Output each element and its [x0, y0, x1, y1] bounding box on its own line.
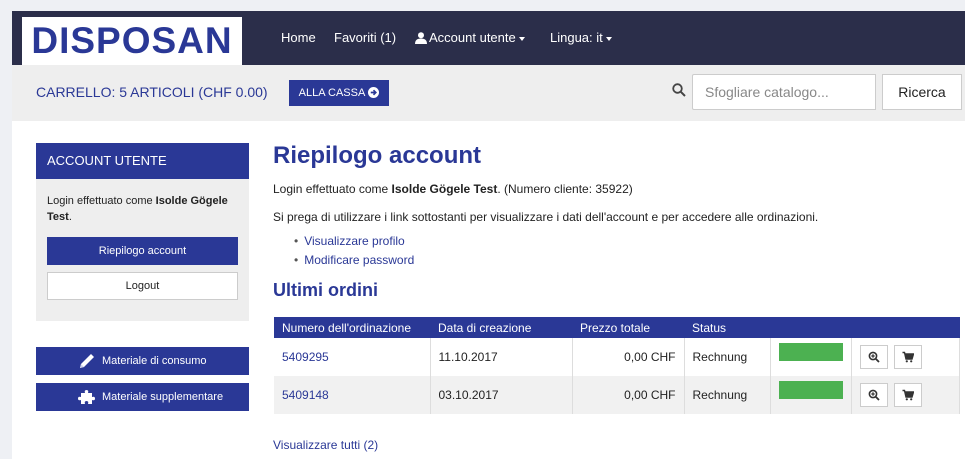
zoom-in-icon: [868, 389, 880, 401]
account-panel: ACCOUNT UTENTE Login effettuato come Iso…: [36, 143, 249, 321]
status-progress-bar: [778, 380, 843, 399]
login-prefix: Login effettuato come: [273, 182, 392, 196]
logout-button[interactable]: Logout: [47, 272, 238, 300]
bullet-icon: •: [294, 253, 299, 267]
category-supplementary-button[interactable]: Materiale supplementare: [36, 383, 249, 411]
recent-orders-title: Ultimi ordini: [273, 280, 378, 300]
nav-account-label: Account utente: [429, 30, 516, 45]
view-all-orders-link[interactable]: Visualizzare tutti (2): [273, 438, 378, 452]
cart-icon: [902, 389, 914, 401]
nav-language-label: Lingua: it: [550, 30, 603, 45]
change-password-link[interactable]: Modificare password: [304, 253, 414, 267]
category-consumables-button[interactable]: Materiale di consumo: [36, 347, 249, 375]
order-status: Rechnung: [684, 338, 771, 376]
reorder-cart-button[interactable]: [893, 383, 922, 407]
column-header: [770, 317, 851, 338]
checkout-label: ALLA CASSA: [298, 87, 366, 99]
bullet-icon: •: [294, 234, 299, 248]
table-row: 5409295 11.10.2017 0,00 CHF Rechnung: [274, 338, 960, 376]
login-info: Login effettuato come Isolde Gögele Test…: [273, 182, 633, 196]
order-date: 11.10.2017: [430, 338, 573, 376]
login-name: Isolde Gögele Test: [391, 182, 498, 196]
puzzle-icon: [78, 390, 95, 404]
order-progress-cell: [770, 338, 852, 376]
chevron-down-icon: [518, 36, 525, 41]
nav-account-menu[interactable]: Account utente: [415, 11, 525, 65]
order-number: 5409148: [282, 388, 329, 402]
column-header: Status: [684, 317, 770, 338]
order-number-link[interactable]: 5409148: [274, 376, 431, 414]
orders-table: Numero dell'ordinazione Data di creazion…: [274, 317, 960, 414]
nav-favorites[interactable]: Favoriti (1): [334, 11, 396, 65]
login-prefix: Login effettuato come: [47, 195, 156, 207]
pencil-icon: [80, 354, 94, 368]
zoom-in-icon: [868, 351, 880, 363]
view-profile-link[interactable]: Visualizzare profilo: [304, 234, 405, 248]
table-row: 5409148 03.10.2017 0,00 CHF Rechnung: [274, 376, 960, 414]
view-order-button[interactable]: [859, 383, 888, 407]
customer-number: . (Numero cliente: 35922): [497, 182, 633, 196]
page-title: Riepilogo account: [273, 142, 482, 169]
view-all-label: Visualizzare tutti (2): [273, 438, 379, 452]
list-item: • Visualizzare profilo: [294, 234, 405, 248]
cart-icon: [902, 351, 914, 363]
search-icon[interactable]: [672, 83, 686, 97]
checkout-button[interactable]: ALLA CASSA: [289, 80, 389, 106]
order-number: 5409295: [282, 350, 329, 364]
column-header: Prezzo totale: [572, 317, 684, 338]
chevron-down-icon: [605, 36, 612, 41]
sidebar-login-info: Login effettuato come Isolde Gögele Test…: [47, 193, 242, 225]
user-icon: [415, 32, 427, 44]
order-progress-cell: [770, 376, 852, 414]
table-header-row: Numero dell'ordinazione Data di creazion…: [274, 317, 960, 338]
order-date: 03.10.2017: [430, 376, 573, 414]
login-suffix: .: [68, 211, 72, 223]
view-order-button[interactable]: [859, 345, 888, 369]
column-header: Numero dell'ordinazione: [274, 317, 430, 338]
column-header: Data di creazione: [430, 317, 572, 338]
cart-bar: CARRELLO: 5 ARTICOLI (CHF 0.00) ALLA CAS…: [12, 65, 965, 121]
account-summary-button[interactable]: Riepilogo account: [47, 237, 238, 265]
arrow-right-circle-icon: [368, 87, 380, 98]
brand-logo[interactable]: DISPOSAN: [22, 17, 242, 65]
nav-home[interactable]: Home: [281, 11, 316, 65]
category-label: Materiale di consumo: [102, 355, 207, 367]
order-price: 0,00 CHF: [572, 376, 685, 414]
top-navbar: DISPOSAN Home Favoriti (1) Account utent…: [12, 11, 965, 65]
order-status: Rechnung: [684, 376, 771, 414]
category-label: Materiale supplementare: [102, 391, 224, 403]
order-actions: [851, 338, 960, 376]
list-item: • Modificare password: [294, 253, 414, 267]
column-header: [851, 317, 960, 338]
order-actions: [851, 376, 960, 414]
cart-summary[interactable]: CARRELLO: 5 ARTICOLI (CHF 0.00): [36, 84, 268, 100]
nav-language-menu[interactable]: Lingua: it: [550, 11, 612, 65]
search-button[interactable]: Ricerca: [882, 74, 962, 110]
page: DISPOSAN Home Favoriti (1) Account utent…: [12, 11, 965, 459]
account-panel-title: ACCOUNT UTENTE: [36, 143, 249, 179]
instructions-text: Si prega di utilizzare i link sottostant…: [273, 210, 819, 224]
status-progress-bar: [778, 342, 843, 361]
order-price: 0,00 CHF: [572, 338, 685, 376]
order-number-link[interactable]: 5409295: [274, 338, 431, 376]
search-input[interactable]: [692, 74, 876, 110]
reorder-cart-button[interactable]: [893, 345, 922, 369]
